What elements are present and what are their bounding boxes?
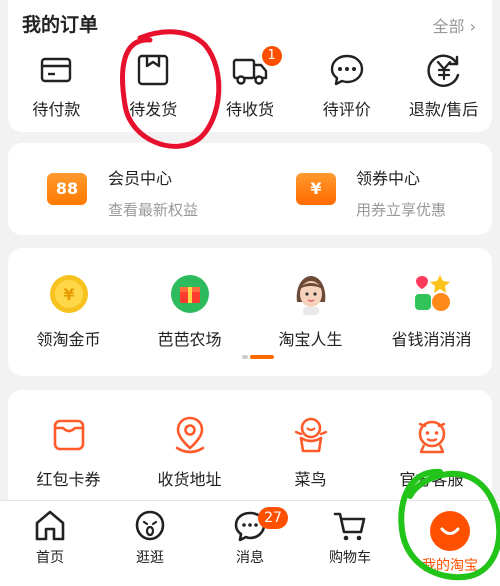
member-88-icon: 88 <box>47 173 87 205</box>
games-card: ¥ 领淘金币 芭芭农场 淘宝人生 省钱消消消 <box>8 248 492 376</box>
coupon-center-entry[interactable]: ¥ 领券中心 用券立享优惠 <box>250 161 492 221</box>
member-center-title: 会员中心 <box>108 169 173 188</box>
red-packet-cards-entry[interactable]: 红包卡券 <box>8 414 129 490</box>
match-blocks-icon <box>414 275 450 311</box>
package-box-icon <box>137 54 169 86</box>
order-item-label: 退款/售后 <box>408 100 479 119</box>
games-row: ¥ 领淘金币 芭芭农场 淘宝人生 省钱消消消 <box>8 272 492 350</box>
coupon-yen-icon: ¥ <box>296 173 336 205</box>
orders-card: 我的订单 全部 › 待付款 待发货 1 待收货 待评价 退款/售后 <box>8 0 492 132</box>
order-pending-receipt[interactable]: 1 待收货 <box>202 46 299 120</box>
member-center-subtitle: 查看最新权益 <box>108 201 199 219</box>
services-row: 红包卡券 收货地址 菜鸟 官方客服 <box>8 414 492 490</box>
save-money-match-entry[interactable]: 省钱消消消 <box>371 272 492 350</box>
order-pending-payment[interactable]: 待付款 <box>8 50 105 120</box>
farm-gift-icon <box>170 275 209 313</box>
avatar-girl-icon <box>296 276 325 315</box>
order-pending-shipment[interactable]: 待发货 <box>105 50 202 120</box>
tab-messages[interactable]: 27 消息 <box>200 501 300 586</box>
game-label: 省钱消消消 <box>391 330 472 349</box>
shipping-address-entry[interactable]: 收货地址 <box>129 414 250 490</box>
tab-label: 购物车 <box>329 550 371 566</box>
messages-count-badge: 27 <box>258 507 288 529</box>
tab-my-taobao[interactable]: 我的淘宝 <box>400 501 500 586</box>
cainiao-bird-icon <box>294 417 327 453</box>
member-center-entry[interactable]: 88 会员中心 查看最新权益 <box>8 161 250 221</box>
game-label: 芭芭农场 <box>157 330 222 349</box>
game-label: 领淘金币 <box>36 330 101 349</box>
baba-farm-entry[interactable]: 芭芭农场 <box>129 272 250 350</box>
order-item-label: 待收货 <box>225 100 274 119</box>
official-support-entry[interactable]: 官方客服 <box>371 414 492 490</box>
tab-label: 我的淘宝 <box>422 558 478 574</box>
voucher-card-icon <box>53 419 84 451</box>
tab-label: 消息 <box>236 550 264 566</box>
tab-browse[interactable]: 逛逛 <box>100 501 200 586</box>
pager-dot <box>242 355 248 359</box>
coupon-center-title: 领券中心 <box>356 169 421 188</box>
coupon-center-subtitle: 用券立享优惠 <box>356 201 447 219</box>
game-label: 淘宝人生 <box>278 330 343 349</box>
svg-text:¥: ¥ <box>63 285 74 304</box>
browse-face-icon <box>135 510 165 541</box>
chat-bubble-icon <box>330 54 363 86</box>
services-card: 红包卡券 收货地址 菜鸟 官方客服 <box>8 390 492 500</box>
tab-label: 首页 <box>36 550 64 566</box>
tab-cart[interactable]: 购物车 <box>300 501 400 586</box>
order-pending-review[interactable]: 待评价 <box>298 50 395 120</box>
order-item-label: 待付款 <box>32 100 81 119</box>
cainiao-entry[interactable]: 菜鸟 <box>250 414 371 490</box>
tab-label: 逛逛 <box>136 550 164 566</box>
order-refund-aftersale[interactable]: 退款/售后 <box>395 50 492 120</box>
member-coupon-card: 88 会员中心 查看最新权益 ¥ 领券中心 用券立享优惠 <box>8 143 492 235</box>
pager-indicator-active <box>250 355 274 359</box>
service-label: 菜鸟 <box>294 470 327 489</box>
order-item-label: 待评价 <box>322 100 371 119</box>
order-item-label: 待发货 <box>129 100 178 119</box>
order-status-row: 待付款 待发货 1 待收货 待评价 退款/售后 <box>8 46 492 120</box>
orders-title: 我的订单 <box>22 14 99 36</box>
service-label: 官方客服 <box>399 470 464 489</box>
wallet-card-icon <box>41 57 72 83</box>
smile-icon <box>440 527 460 535</box>
pending-receipt-count-badge: 1 <box>261 46 282 66</box>
taobao-life-entry[interactable]: 淘宝人生 <box>250 272 371 350</box>
bottom-tab-bar: 首页 逛逛 27 消息 购物车 我的淘宝 <box>0 500 500 586</box>
shopping-cart-icon <box>333 512 366 541</box>
support-agent-icon <box>418 420 445 454</box>
home-icon <box>35 510 65 541</box>
service-label: 红包卡券 <box>36 470 101 489</box>
my-taobao-smile-icon <box>430 511 470 551</box>
gold-coin-icon: ¥ <box>49 275 88 313</box>
service-label: 收货地址 <box>157 470 222 489</box>
orders-all-link[interactable]: 全部 › <box>433 13 477 37</box>
tab-home[interactable]: 首页 <box>0 501 100 586</box>
location-pin-icon <box>175 416 204 454</box>
refund-yen-icon <box>427 54 459 87</box>
taobao-coins-entry[interactable]: ¥ 领淘金币 <box>8 272 129 350</box>
